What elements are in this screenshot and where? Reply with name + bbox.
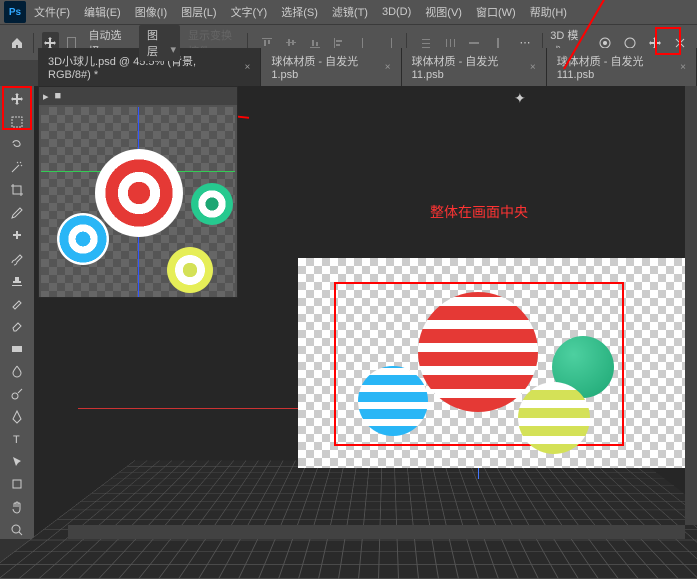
zoom-tool[interactable] (4, 520, 30, 539)
scrollbar-horizontal[interactable] (68, 525, 685, 539)
menu-window[interactable]: 窗口(W) (470, 1, 522, 23)
navigator-header[interactable]: ▸ ■ (39, 87, 237, 105)
hand-tool[interactable] (4, 498, 30, 517)
tab-1[interactable]: 球体材质 - 自发光1.psb× (261, 48, 401, 86)
eraser-tool[interactable] (4, 317, 30, 336)
home-icon[interactable] (8, 32, 25, 54)
gradient-tool[interactable] (4, 339, 30, 358)
sphere-yellow[interactable] (518, 382, 590, 454)
menu-edit[interactable]: 编辑(E) (78, 1, 127, 23)
tools-panel: T (0, 86, 34, 539)
history-brush-tool[interactable] (4, 294, 30, 313)
nav-sphere-blue (57, 213, 109, 265)
menu-type[interactable]: 文字(Y) (225, 1, 274, 23)
pen-tool[interactable] (4, 407, 30, 426)
nav-sphere-yellow (167, 247, 213, 293)
menu-filter[interactable]: 滤镜(T) (326, 1, 374, 23)
sphere-red[interactable] (418, 292, 538, 412)
scrollbar-vertical[interactable] (685, 86, 697, 525)
canvas-area[interactable]: ✦ 整体在画面中央 ▸ ■ (34, 86, 697, 539)
stamp-tool[interactable] (4, 271, 30, 290)
healing-tool[interactable] (4, 226, 30, 245)
menu-select[interactable]: 选择(S) (275, 1, 324, 23)
menu-file[interactable]: 文件(F) (28, 1, 76, 23)
annotation-center: 整体在画面中央 (430, 202, 528, 222)
nav-sphere-red (95, 149, 183, 237)
nav-sphere-green (191, 183, 233, 225)
auto-select-checkbox[interactable] (67, 37, 77, 49)
menu-help[interactable]: 帮助(H) (524, 1, 573, 23)
dodge-tool[interactable] (4, 385, 30, 404)
document-tabs: 3D小球儿.psd @ 45.5% (背景, RGB/8#) *× 球体材质 -… (0, 60, 697, 86)
eyedropper-tool[interactable] (4, 203, 30, 222)
menu-layer[interactable]: 图层(L) (175, 1, 222, 23)
highlight-tools (2, 86, 32, 130)
close-icon[interactable]: × (530, 62, 536, 73)
grid-floor (0, 461, 697, 579)
menu-view[interactable]: 视图(V) (419, 1, 468, 23)
brush-tool[interactable] (4, 249, 30, 268)
blur-tool[interactable] (4, 362, 30, 381)
lasso-tool[interactable] (4, 135, 30, 154)
navigator-view[interactable] (41, 107, 235, 297)
tab-2[interactable]: 球体材质 - 自发光11.psb× (402, 48, 547, 86)
nav-camera-icon[interactable]: ■ (55, 90, 62, 102)
ps-logo: Ps (4, 1, 26, 23)
close-icon[interactable]: × (680, 62, 686, 73)
close-icon[interactable]: × (385, 62, 391, 73)
main-area: T ✦ 整体在画面中央 (0, 86, 697, 539)
navigator-panel[interactable]: ▸ ■ (38, 86, 238, 298)
crop-tool[interactable] (4, 181, 30, 200)
type-tool[interactable]: T (4, 430, 30, 449)
svg-text:T: T (13, 434, 20, 446)
close-icon[interactable]: × (245, 62, 251, 73)
path-select-tool[interactable] (4, 453, 30, 472)
camera-widget-icon[interactable]: ✦ (514, 90, 526, 107)
highlight-3d-pan (655, 27, 681, 55)
menu-3d[interactable]: 3D(D) (376, 3, 417, 21)
menu-image[interactable]: 图像(I) (129, 1, 173, 23)
sphere-blue[interactable] (358, 366, 428, 436)
wand-tool[interactable] (4, 158, 30, 177)
shape-tool[interactable] (4, 475, 30, 494)
layer-dropdown[interactable]: 图层 (139, 25, 180, 61)
nav-triangle-icon[interactable]: ▸ (43, 90, 49, 103)
